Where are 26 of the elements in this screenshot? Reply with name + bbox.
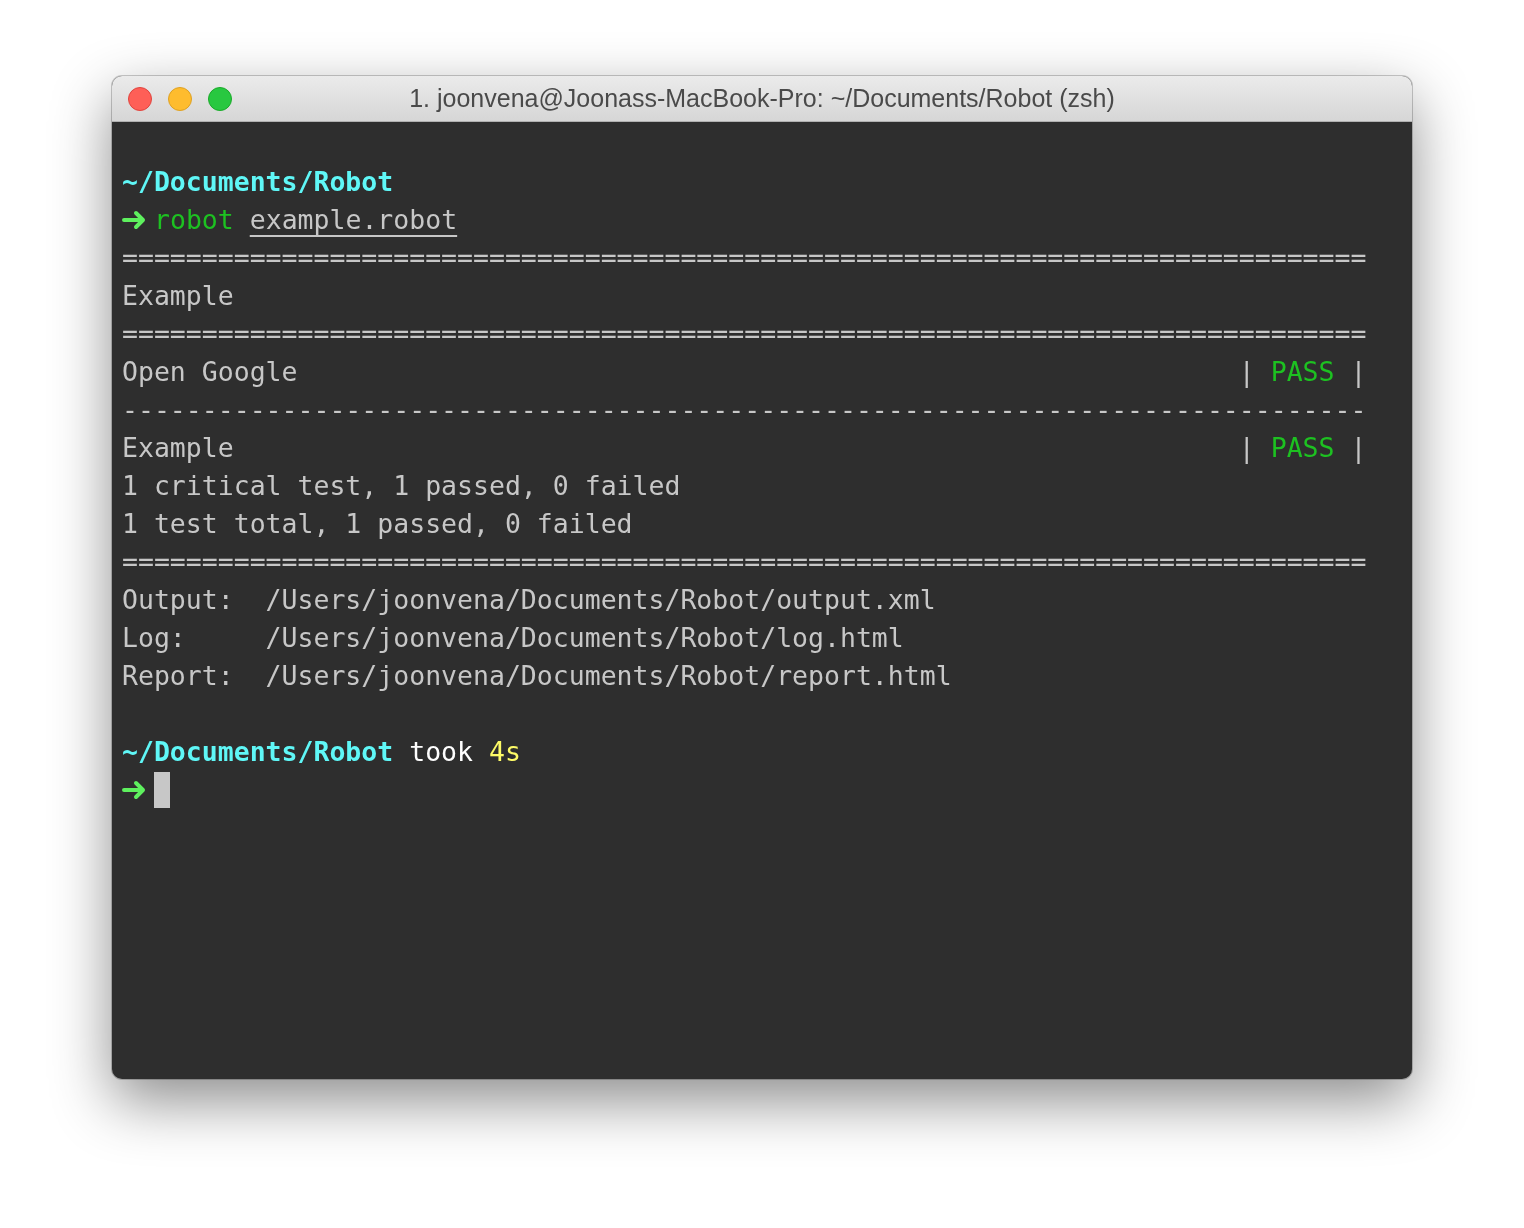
output-text: Log: /Users/joonvena/Documents/Robot/log.html	[122, 621, 904, 655]
arrow-icon	[122, 780, 148, 800]
test-name: Example	[122, 431, 234, 465]
prompt-path: ~/Documents/Robot	[122, 165, 394, 199]
command-text: robot	[154, 203, 234, 237]
output-text: 1 test total, 1 passed, 0 failed	[122, 507, 633, 541]
duration-text: 4s	[488, 735, 521, 769]
prompt-path: ~/Documents/Robot	[122, 735, 394, 769]
output-text: Example	[122, 279, 234, 313]
output-text: Output: /Users/joonvena/Documents/Robot/output.xml	[122, 583, 936, 617]
separator-line: ==============================================================================	[122, 545, 1367, 579]
separator-line: ------------------------------------------------------------------------------	[122, 393, 1367, 427]
separator-line: ==============================================================================	[122, 317, 1367, 351]
separator-line: ==============================================================================	[122, 241, 1367, 275]
minimize-button[interactable]	[168, 86, 192, 111]
zoom-button[interactable]	[208, 86, 232, 111]
output-text: Report: /Users/joonvena/Documents/Robot/report.html	[122, 659, 952, 693]
command-argument: example.robot	[249, 203, 458, 237]
arrow-icon	[122, 210, 148, 230]
window-title: 1. joonvena@Joonass-MacBook-Pro: ~/Documents/Robot (zsh)	[409, 84, 1115, 113]
took-label: took	[409, 735, 473, 769]
test-name: Open Google	[122, 355, 298, 389]
output-text: 1 critical test, 1 passed, 0 failed	[122, 469, 681, 503]
close-button[interactable]	[128, 86, 152, 111]
test-status: | PASS |	[1238, 431, 1367, 466]
test-status: | PASS |	[1238, 355, 1367, 390]
